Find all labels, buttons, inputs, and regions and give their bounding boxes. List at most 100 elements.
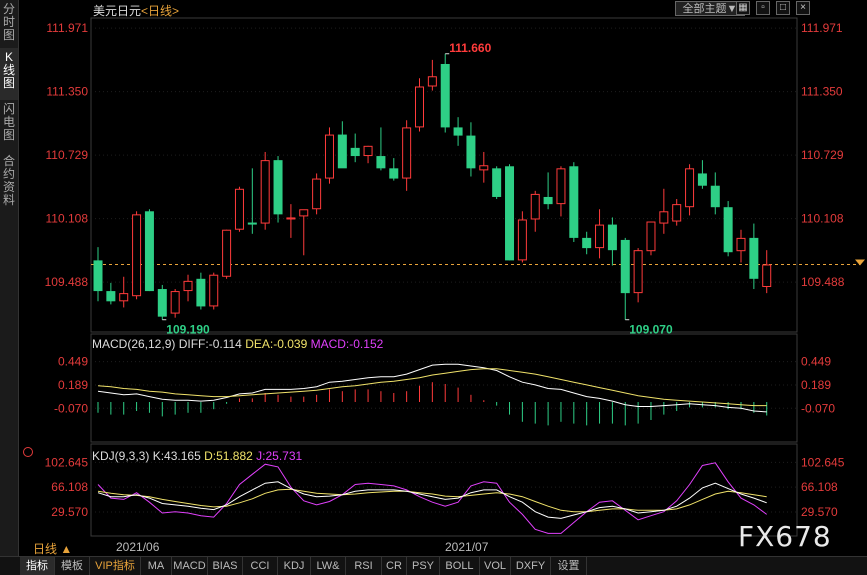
indicator-tab-bar: 指标 模板 VIP指标 MA MACD BIAS CCI KDJ LW& RSI CR PSY BOLL… <box>0 556 867 575</box>
kdj-series <box>97 462 767 534</box>
indicator-tab-ma[interactable]: MA <box>141 557 172 575</box>
candle-body-down <box>723 207 733 253</box>
candle-body-up <box>479 165 489 171</box>
candle-body-down <box>466 135 476 169</box>
macd-axis-label-right: -0.070 <box>801 401 835 415</box>
candle-body-up <box>427 76 437 87</box>
macd-axis-label-right: 0.449 <box>801 355 831 369</box>
indicator-tab-psy[interactable]: PSY <box>407 557 440 575</box>
candle-body-down <box>749 237 759 279</box>
candle-body-down <box>196 278 206 307</box>
price-axis-label-right: 110.729 <box>801 148 844 162</box>
kdj-k-value: K:43.165 <box>152 449 201 463</box>
candle-body-down <box>697 173 707 186</box>
candle-body-up <box>530 193 540 220</box>
period-selector[interactable]: 日线 ▲ <box>33 540 72 557</box>
price-axis-label-left: 111.350 <box>46 85 88 99</box>
candle-body-down <box>157 289 167 317</box>
candle-body-up <box>132 214 142 297</box>
candle-body-up <box>363 145 373 157</box>
kdj-d-value: D:51.882 <box>204 449 253 463</box>
candle-body-up <box>762 264 772 287</box>
price-axis-label-left: 110.729 <box>46 148 89 162</box>
candle-body-up <box>312 178 322 210</box>
price-axis-label-right: 111.350 <box>801 85 843 99</box>
candle-body-down <box>350 147 360 157</box>
kdj-axis-label-left: 66.108 <box>51 480 88 494</box>
price-gridlines <box>91 27 865 283</box>
indicator-tab-vip[interactable]: VIP指标 <box>90 557 141 575</box>
candle-body-down <box>247 222 257 225</box>
kdj-axis-label-right: 102.645 <box>801 455 845 469</box>
annotation-label: 111.660 <box>449 41 491 55</box>
candlestick-series <box>93 53 772 320</box>
candle-body-down <box>607 224 617 251</box>
candle-body-down <box>106 291 116 302</box>
price-annotations: 111.660 109.190 109.070 <box>162 41 673 337</box>
indicator-tab-lw[interactable]: LW& <box>311 557 346 575</box>
macd-diff-value: DIFF:-0.114 <box>178 337 242 351</box>
candle-body-up <box>646 221 656 252</box>
price-axis-label-left: 109.488 <box>45 275 89 289</box>
candle-body-up <box>633 250 643 294</box>
candle-body-down <box>389 168 399 179</box>
watermark: FX678 <box>738 520 832 553</box>
candle-body-down <box>453 127 463 136</box>
price-axis-label-right: 111.971 <box>801 21 843 35</box>
kdj-title: KDJ(9,3,3) K:43.165 D:51.882 J:25.731 <box>92 449 302 463</box>
kdj-settings-icon[interactable] <box>23 447 33 457</box>
candle-body-up <box>685 168 695 208</box>
candle-body-up <box>260 160 270 224</box>
price-axis-label-right: 110.108 <box>801 212 844 226</box>
macd-axis-label-left: 0.189 <box>58 378 88 392</box>
indicator-tab-boll[interactable]: BOLL <box>440 557 480 575</box>
indicator-tab-bias[interactable]: BIAS <box>208 557 243 575</box>
candle-body-up <box>183 280 193 292</box>
price-axis-label-left: 111.971 <box>46 21 88 35</box>
kdj-j-line <box>97 462 767 534</box>
candle-body-up <box>672 204 682 222</box>
candle-body-up <box>324 134 334 179</box>
candle-body-down <box>492 168 502 197</box>
current-price-marker-icon <box>855 259 865 266</box>
indicator-tab-0[interactable]: 指标 <box>20 557 55 575</box>
indicator-tab-cci[interactable]: CCI <box>243 557 278 575</box>
kdj-name: KDJ(9,3,3) <box>92 449 150 463</box>
candle-body-down <box>505 166 515 261</box>
candle-body-down <box>569 166 579 238</box>
macd-dea-value: DEA:-0.039 <box>245 337 308 351</box>
macd-axis-label-right: 0.189 <box>801 378 831 392</box>
indicator-tab-dxfy[interactable]: DXFY <box>511 557 551 575</box>
annotation-label: 109.070 <box>629 323 673 337</box>
macd-name: MACD(26,12,9) <box>92 337 176 351</box>
candle-body-up <box>415 86 424 128</box>
indicator-tab-cr[interactable]: CR <box>382 557 407 575</box>
chart-window: { "left_tabs": [ {"label": "分时图", "activ… <box>0 0 867 575</box>
kdj-axis-label-right: 29.570 <box>801 505 838 519</box>
price-axis-label-right: 109.488 <box>801 275 845 289</box>
macd-series <box>97 363 768 426</box>
candle-body-down <box>337 134 347 169</box>
kdj-j-value: J:25.731 <box>256 449 303 463</box>
indicator-tab-macd[interactable]: MACD <box>172 557 208 575</box>
candle-body-up <box>170 291 180 314</box>
candle-body-up <box>222 229 232 277</box>
indicator-tab-kdj[interactable]: KDJ <box>278 557 311 575</box>
macd-macd-value: MACD:-0.152 <box>310 337 384 351</box>
kdj-axis-label-left: 102.645 <box>45 455 89 469</box>
indicator-tab-rsi[interactable]: RSI <box>346 557 382 575</box>
candle-body-down <box>273 160 283 215</box>
price-axis-label-left: 110.108 <box>46 212 89 226</box>
indicator-tab-1[interactable]: 模板 <box>55 557 90 575</box>
candle-body-up <box>286 217 296 220</box>
candle-body-down <box>582 237 592 249</box>
indicator-tab-15[interactable]: 设置 <box>551 557 587 575</box>
candle-body-up <box>234 188 244 230</box>
kdj-axis-label-left: 29.570 <box>51 505 88 519</box>
candle-body-down <box>144 211 154 292</box>
indicator-tab-vol[interactable]: VOL <box>480 557 511 575</box>
chart-canvas[interactable]: 111.971 111.971 111.350 111.350 110.729 110.7… <box>0 0 867 574</box>
date-label-july: 2021/07 <box>445 540 489 554</box>
candle-body-down <box>543 196 553 205</box>
candle-body-up <box>659 211 669 224</box>
